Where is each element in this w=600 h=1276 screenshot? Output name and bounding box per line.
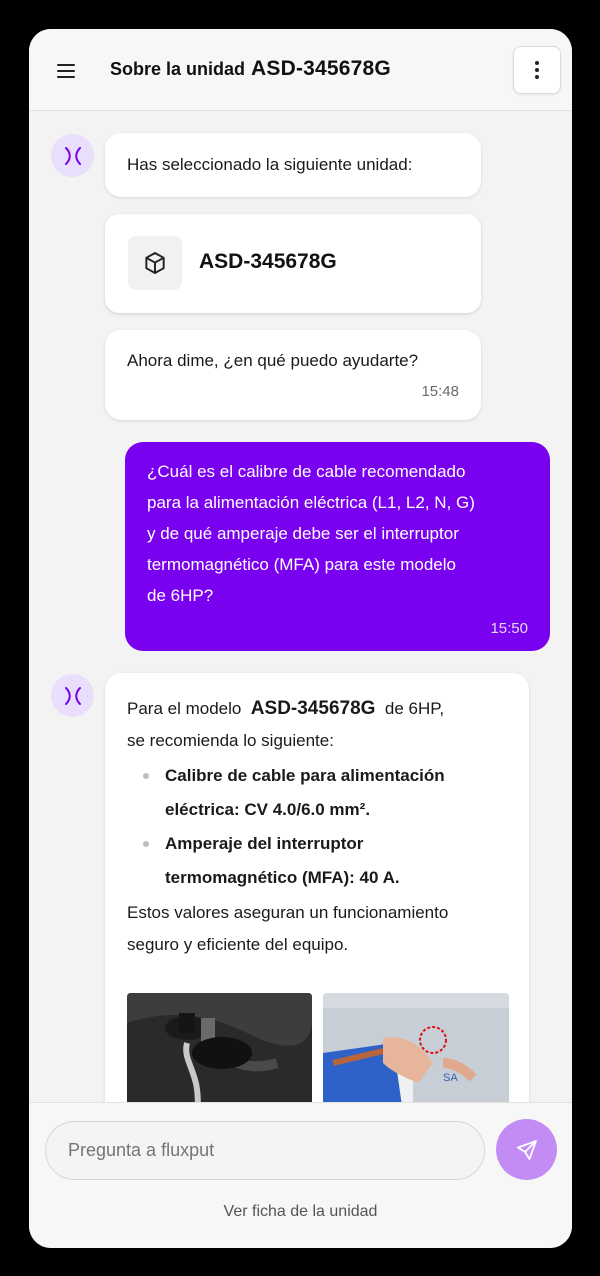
- assistant-logo-icon: [64, 146, 81, 165]
- answer-model: ASD-345678G: [250, 698, 376, 719]
- assistant-answer: Para el modelo ASD-345678G de 6HP, se re…: [105, 673, 529, 1143]
- bullet-line: Amperaje del interruptor: [165, 834, 364, 853]
- assistant-message: Ahora dime, ¿en qué puedo ayudarte? 15:4…: [105, 330, 481, 420]
- bullet-line: eléctrica: CV 4.0/6.0 mm².: [165, 800, 371, 819]
- message-timestamp: 15:50: [490, 620, 528, 637]
- answer-bullet: Calibre de cable para alimentación eléct…: [143, 759, 507, 827]
- user-message-line: ¿Cuál es el calibre de cable recomendado: [147, 462, 466, 481]
- answer-intro: Para el modelo ASD-345678G de 6HP,: [127, 693, 507, 725]
- answer-closing: seguro y eficiente del equipo.: [127, 935, 349, 954]
- assistant-avatar: [51, 674, 94, 717]
- user-message-line: para la alimentación eléctrica (L1, L2, …: [147, 493, 475, 512]
- page-title: Sobre la unidad ASD-345678G: [110, 57, 391, 81]
- answer-bullet-list: Calibre de cable para alimentación eléct…: [143, 759, 507, 895]
- user-message-line: y de qué amperaje debe ser el interrupto…: [147, 524, 459, 543]
- user-message-line: termomagnético (MFA) para este modelo: [147, 555, 456, 574]
- wiring-photo-2[interactable]: SA: [323, 993, 509, 1113]
- user-message: ¿Cuál es el calibre de cable recomendado…: [125, 442, 550, 651]
- bullet-line: termomagnético (MFA): 40 A.: [165, 868, 400, 887]
- answer-intro-text: Para el modelo: [127, 699, 242, 718]
- assistant-message-text: Ahora dime, ¿en qué puedo ayudarte?: [127, 351, 419, 370]
- answer-closing: Estos valores aseguran un funcionamiento: [127, 903, 449, 922]
- answer-intro-line2: se recomienda lo siguiente:: [127, 731, 334, 750]
- hamburger-menu-icon[interactable]: [57, 59, 81, 83]
- page-title-unit: ASD-345678G: [251, 57, 391, 80]
- answer-bullet: Amperaje del interruptor termomagnético …: [143, 827, 507, 895]
- assistant-message-text: Has seleccionado la siguiente unidad:: [127, 155, 413, 174]
- send-icon: [516, 1139, 537, 1160]
- unit-card[interactable]: ASD-345678G: [105, 214, 481, 313]
- message-input[interactable]: [45, 1121, 485, 1180]
- phone-frame: Sobre la unidad ASD-345678G Has seleccion…: [0, 0, 600, 1276]
- answer-image-gallery: SA: [127, 993, 509, 1113]
- page-title-label: Sobre la unidad: [110, 59, 246, 79]
- cube-icon: [128, 236, 182, 290]
- top-bar: Sobre la unidad ASD-345678G: [29, 29, 572, 111]
- user-message-line: de 6HP?: [147, 586, 214, 605]
- more-vertical-icon: [535, 61, 539, 65]
- view-unit-sheet-link[interactable]: Ver ficha de la unidad: [29, 1203, 572, 1221]
- wiring-photo-1[interactable]: [127, 993, 312, 1113]
- app-screen: Sobre la unidad ASD-345678G Has seleccion…: [29, 29, 572, 1248]
- svg-text:SA: SA: [443, 1072, 458, 1084]
- unit-card-name: ASD-345678G: [199, 250, 337, 273]
- bullet-line: Calibre de cable para alimentación: [165, 766, 445, 785]
- composer-bar: Ver ficha de la unidad: [29, 1102, 572, 1248]
- assistant-avatar: [51, 134, 94, 177]
- more-options-button[interactable]: [513, 46, 561, 94]
- answer-intro-suffix: de 6HP,: [384, 699, 445, 718]
- send-button[interactable]: [496, 1119, 557, 1180]
- message-timestamp: 15:48: [421, 383, 459, 400]
- assistant-logo-icon: [64, 686, 81, 705]
- assistant-message: Has seleccionado la siguiente unidad:: [105, 133, 481, 197]
